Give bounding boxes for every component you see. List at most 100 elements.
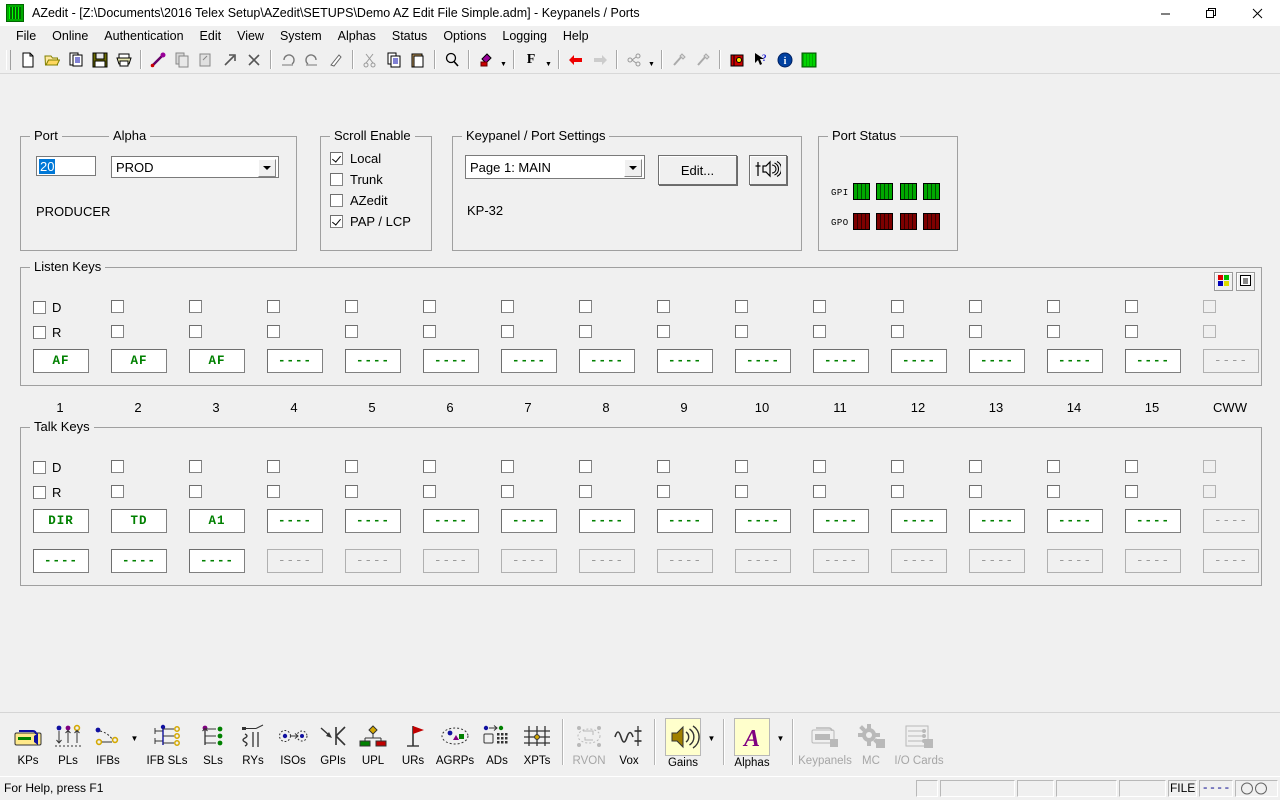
key-r-checkbox[interactable] <box>891 485 904 498</box>
listen-key-assignment[interactable]: ---- <box>813 349 869 373</box>
bottom-toolbar-upl[interactable]: UPL <box>353 713 393 767</box>
save-icon[interactable] <box>88 48 112 71</box>
menu-system[interactable]: System <box>272 27 330 45</box>
listen-key-assignment[interactable]: AF <box>189 349 245 373</box>
key-r-checkbox[interactable] <box>969 325 982 338</box>
bottom-toolbar-vox[interactable]: Vox <box>609 713 649 767</box>
listen-key-assignment[interactable]: ---- <box>345 349 401 373</box>
scroll-enable-local[interactable]: Local <box>330 148 411 169</box>
key-d-checkbox[interactable] <box>1047 300 1060 313</box>
key-r-checkbox[interactable] <box>189 325 202 338</box>
listen-key-assignment[interactable]: AF <box>111 349 167 373</box>
key-d-checkbox[interactable] <box>735 460 748 473</box>
talk-key-alt-assignment[interactable]: ---- <box>189 549 245 573</box>
listen-key-assignment[interactable]: ---- <box>423 349 479 373</box>
paste-page-icon[interactable] <box>194 48 218 71</box>
checkbox-icon[interactable] <box>330 215 343 228</box>
talk-key-alt-assignment[interactable]: ---- <box>111 549 167 573</box>
bottom-toolbar-isos[interactable]: ISOs <box>273 713 313 767</box>
book-icon[interactable] <box>725 48 749 71</box>
close-button[interactable] <box>1234 0 1280 26</box>
key-r-checkbox[interactable] <box>891 325 904 338</box>
color-fill-icon[interactable] <box>474 48 498 71</box>
menu-status[interactable]: Status <box>384 27 435 45</box>
copy-page-icon[interactable] <box>170 48 194 71</box>
key-d-checkbox[interactable] <box>501 300 514 313</box>
font-icon[interactable]: F <box>519 48 543 71</box>
bottom-toolbar-gpis[interactable]: GPIs <box>313 713 353 767</box>
download-icon[interactable] <box>146 48 170 71</box>
chevron-down-icon[interactable] <box>624 159 642 177</box>
cut-icon[interactable] <box>358 48 382 71</box>
open-icon[interactable] <box>40 48 64 71</box>
listen-key-assignment[interactable]: ---- <box>267 349 323 373</box>
paste-icon[interactable] <box>406 48 430 71</box>
key-d-checkbox[interactable] <box>423 460 436 473</box>
undo-icon[interactable] <box>276 48 300 71</box>
key-r-checkbox[interactable] <box>579 325 592 338</box>
menu-alphas[interactable]: Alphas <box>330 27 384 45</box>
color-fill-dropdown[interactable]: ▼ <box>498 45 509 74</box>
key-d-checkbox[interactable] <box>813 300 826 313</box>
send-icon[interactable] <box>218 48 242 71</box>
key-r-checkbox[interactable] <box>969 485 982 498</box>
talk-key-assignment[interactable]: ---- <box>579 509 635 533</box>
bottom-toolbar-alphas[interactable]: A Alphas <box>730 713 774 769</box>
bottom-toolbar-xpts[interactable]: XPTs <box>517 713 557 767</box>
listen-key-assignment[interactable]: ---- <box>657 349 713 373</box>
grid-icon[interactable] <box>797 48 821 71</box>
key-r-checkbox[interactable] <box>423 325 436 338</box>
restore-button[interactable] <box>1188 0 1234 26</box>
key-r-checkbox[interactable] <box>501 325 514 338</box>
page-combo[interactable]: Page 1: MAIN <box>465 155 645 179</box>
key-d-checkbox[interactable] <box>813 460 826 473</box>
key-r-checkbox[interactable] <box>189 485 202 498</box>
talk-key-alt-assignment[interactable]: ---- <box>969 549 1025 573</box>
talk-key-alt-assignment[interactable]: ---- <box>579 549 635 573</box>
bottom-toolbar-rys[interactable]: RYs <box>233 713 273 767</box>
talk-key-assignment[interactable]: ---- <box>267 509 323 533</box>
key-r-checkbox[interactable] <box>501 485 514 498</box>
print-icon[interactable] <box>112 48 136 71</box>
menu-edit[interactable]: Edit <box>192 27 230 45</box>
key-r-checkbox[interactable] <box>579 485 592 498</box>
key-d-checkbox[interactable] <box>33 461 46 474</box>
key-d-checkbox[interactable] <box>189 300 202 313</box>
key-d-checkbox[interactable] <box>111 300 124 313</box>
key-r-checkbox[interactable] <box>111 325 124 338</box>
menu-view[interactable]: View <box>229 27 272 45</box>
key-d-checkbox[interactable] <box>423 300 436 313</box>
key-r-checkbox[interactable] <box>345 325 358 338</box>
talk-key-assignment[interactable]: ---- <box>969 509 1025 533</box>
key-d-checkbox[interactable] <box>33 301 46 314</box>
scroll-enable-trunk[interactable]: Trunk <box>330 169 411 190</box>
talk-key-alt-assignment[interactable]: ---- <box>1203 549 1259 573</box>
network-dropdown[interactable]: ▼ <box>646 45 657 74</box>
key-d-checkbox[interactable] <box>969 300 982 313</box>
menu-online[interactable]: Online <box>44 27 96 45</box>
talk-key-alt-assignment[interactable]: ---- <box>891 549 947 573</box>
key-d-checkbox[interactable] <box>1203 300 1216 313</box>
listen-key-assignment[interactable]: ---- <box>735 349 791 373</box>
talk-key-alt-assignment[interactable]: ---- <box>267 549 323 573</box>
key-d-checkbox[interactable] <box>189 460 202 473</box>
key-r-checkbox[interactable] <box>1047 325 1060 338</box>
listen-key-assignment[interactable]: ---- <box>579 349 635 373</box>
chevron-down-icon[interactable]: ▼ <box>128 713 141 763</box>
talk-key-alt-assignment[interactable]: ---- <box>345 549 401 573</box>
bottom-toolbar-urs[interactable]: URs <box>393 713 433 767</box>
info-icon[interactable]: i <box>773 48 797 71</box>
forward-icon[interactable] <box>588 48 612 71</box>
port-input[interactable]: 20 <box>36 156 96 176</box>
alpha-combo[interactable]: PROD <box>111 156 279 178</box>
bottom-toolbar-ifb-sls[interactable]: IFB SLs <box>141 713 193 767</box>
talk-key-assignment[interactable]: ---- <box>423 509 479 533</box>
key-d-checkbox[interactable] <box>1125 460 1138 473</box>
key-d-checkbox[interactable] <box>891 460 904 473</box>
help-cursor-icon[interactable]: ? <box>749 48 773 71</box>
bottom-toolbar-gains[interactable]: Gains <box>661 713 705 769</box>
key-d-checkbox[interactable] <box>345 300 358 313</box>
key-d-checkbox[interactable] <box>111 460 124 473</box>
talk-key-alt-assignment[interactable]: ---- <box>813 549 869 573</box>
key-d-checkbox[interactable] <box>267 300 280 313</box>
